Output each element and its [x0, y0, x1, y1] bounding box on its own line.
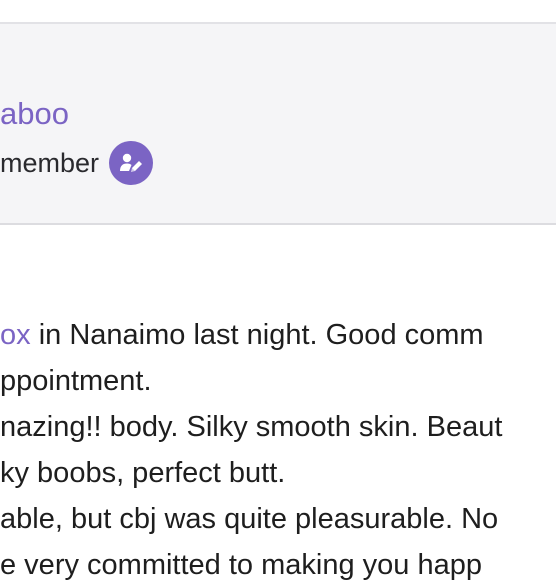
author-username-link[interactable]: aboo: [0, 96, 69, 132]
top-strip: [0, 0, 556, 22]
post-line: able, but cbj was quite pleasurable. No: [0, 503, 499, 535]
post-body: ox in Nanaimo last night. Good comm ppoi…: [0, 312, 556, 588]
author-role-row: member: [0, 141, 154, 185]
user-edit-icon: [109, 141, 154, 185]
post-text: in Nanaimo last night. Good comm: [30, 319, 484, 351]
post-line: ppointment.: [0, 365, 152, 397]
post-line: ox in Nanaimo last night. Good comm: [0, 312, 556, 358]
post-location-link[interactable]: ox: [0, 319, 31, 351]
post-line: ky boobs, perfect butt.: [0, 457, 286, 489]
post-author-header: aboo member: [0, 22, 556, 225]
author-role-label: member: [0, 148, 100, 178]
post-line: nazing!! body. Silky smooth skin. Beaut: [0, 411, 503, 443]
post-line: e very committed to making you happ: [0, 549, 482, 581]
